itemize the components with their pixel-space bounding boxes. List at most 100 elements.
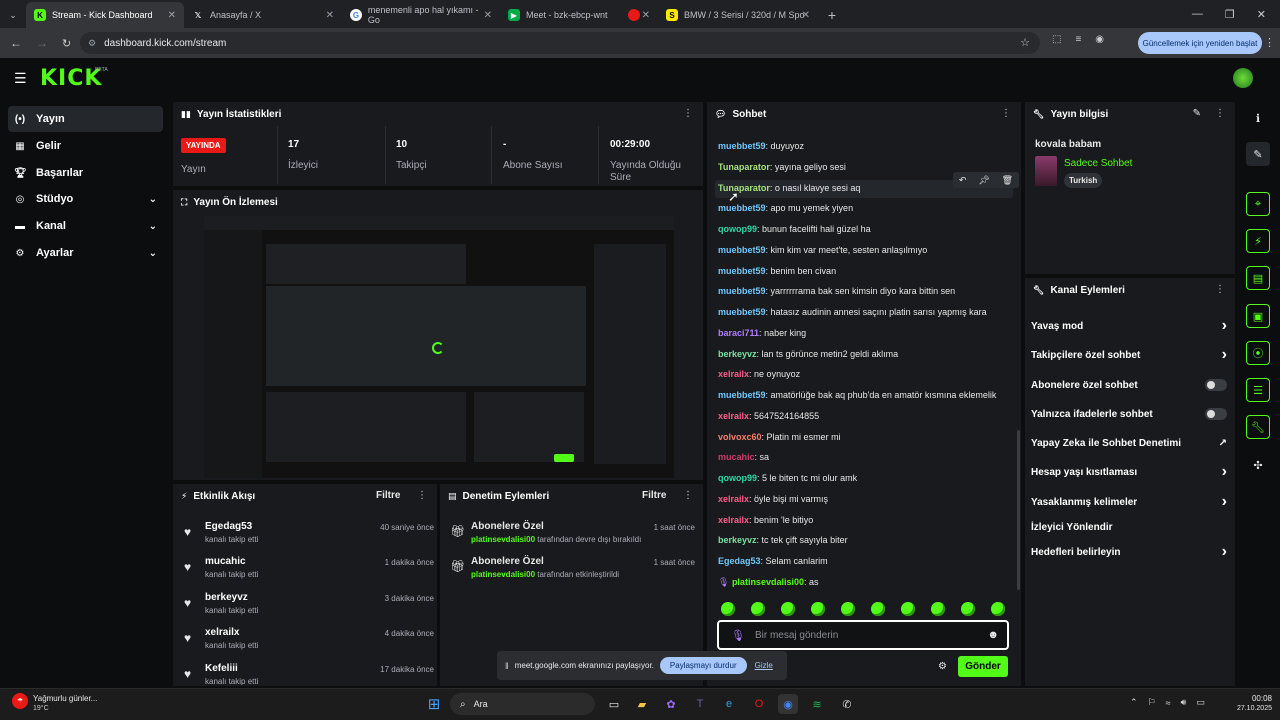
- chat-username[interactable]: Tunaparator: [718, 183, 770, 193]
- chat-username[interactable]: muebbet59: [718, 390, 766, 400]
- chat-username[interactable]: muebbet59: [718, 307, 766, 317]
- tab-google[interactable]: G menemenli apo hal yıkamı - Go ✕: [342, 2, 500, 28]
- tab-x[interactable]: 𝕏 Anasayfa / X ✕: [184, 2, 342, 28]
- emote-icon[interactable]: [931, 602, 945, 616]
- volume-icon[interactable]: 🔊︎: [1181, 697, 1187, 708]
- rail-chat-icon[interactable]: ▣: [1246, 304, 1270, 328]
- windows-start-icon[interactable]: ⊞: [424, 694, 444, 714]
- file-explorer-icon[interactable]: ▰: [632, 694, 652, 714]
- rail-wrench-icon[interactable]: 🔧︎: [1246, 415, 1270, 439]
- emote-icon[interactable]: [781, 602, 795, 616]
- rail-bolt-icon[interactable]: ⚡︎: [1246, 229, 1270, 253]
- chat-username[interactable]: xelrailx: [718, 411, 749, 421]
- sidebar-item-basarilar[interactable]: 🏆︎ Başarılar: [8, 160, 163, 186]
- maximize-icon[interactable]: ❐: [1225, 8, 1235, 21]
- chat-username[interactable]: xelrailx: [718, 494, 749, 504]
- wifi-icon[interactable]: ≈: [1166, 698, 1171, 708]
- pin-icon[interactable]: 📌︎: [978, 175, 989, 186]
- clock-date[interactable]: 27.10.2025: [1222, 705, 1272, 712]
- more-options-icon[interactable]: ⋮: [1215, 108, 1225, 119]
- reload-icon[interactable]: ↻: [62, 37, 71, 50]
- channel-action-item[interactable]: İzleyici Yönlendir: [1031, 519, 1227, 535]
- send-button[interactable]: Gönder: [958, 656, 1008, 677]
- more-options-icon[interactable]: ⋮: [683, 490, 693, 501]
- trash-icon[interactable]: 🗑︎: [1002, 175, 1013, 186]
- stop-sharing-button[interactable]: Paylaşmayı durdur: [659, 657, 747, 674]
- copilot-icon[interactable]: ✿: [661, 694, 681, 714]
- chat-username[interactable]: muebbet59: [718, 286, 766, 296]
- emote-icon[interactable]: [721, 602, 735, 616]
- tab-recording[interactable]: ✕: [620, 2, 658, 28]
- close-icon[interactable]: ✕: [484, 10, 492, 21]
- avatar[interactable]: [1233, 68, 1253, 88]
- clock-time[interactable]: 00:08: [1236, 694, 1272, 703]
- close-window-icon[interactable]: ✕: [1257, 8, 1266, 21]
- channel-action-item[interactable]: Yalnızca ifadelerle sohbet: [1031, 406, 1227, 422]
- sidebar-item-studyo[interactable]: ◎ Stüdyo ⌄: [8, 186, 163, 212]
- stream-preview-video[interactable]: [204, 216, 674, 478]
- emote-icon[interactable]: [871, 602, 885, 616]
- media-icon[interactable]: ≡: [1075, 34, 1081, 45]
- emote-icon[interactable]: [841, 602, 855, 616]
- chat-username[interactable]: platinsevdalisi00: [732, 577, 804, 587]
- browser-menu-icon[interactable]: ⋮: [1264, 36, 1275, 49]
- more-options-icon[interactable]: ⋮: [683, 108, 693, 119]
- tab-meet[interactable]: ▶ Meet - bzk-ebcp-wnt: [500, 2, 620, 28]
- emote-icon[interactable]: [991, 602, 1005, 616]
- rail-camera-icon[interactable]: ⌖: [1246, 192, 1270, 216]
- category-name[interactable]: Sadece Sohbet: [1064, 158, 1132, 169]
- rail-info-icon[interactable]: ℹ: [1246, 106, 1270, 130]
- weather-title[interactable]: Yağmurlu günler...: [33, 694, 97, 703]
- sidebar-item-yayin[interactable]: (•) Yayın: [8, 106, 163, 132]
- app-icon[interactable]: ✆: [837, 694, 857, 714]
- channel-action-item[interactable]: Hedefleri belirleyin ›: [1031, 543, 1227, 560]
- emote-icon[interactable]: [961, 602, 975, 616]
- chat-username[interactable]: muebbet59: [718, 266, 766, 276]
- toggle-switch[interactable]: [1205, 379, 1227, 391]
- chat-username[interactable]: muebbet59: [718, 245, 766, 255]
- bookmark-star-icon[interactable]: ☆: [1020, 36, 1030, 49]
- channel-action-item[interactable]: Yavaş mod ›: [1031, 317, 1227, 334]
- sidebar-item-ayarlar[interactable]: ⚙ Ayarlar ⌄: [8, 240, 163, 266]
- chat-username[interactable]: muebbet59: [718, 203, 766, 213]
- rail-layout-icon[interactable]: ☰: [1246, 378, 1270, 402]
- chat-username[interactable]: Tunaparator: [718, 162, 770, 172]
- chat-username[interactable]: berkeyvz: [718, 535, 757, 545]
- emote-icon[interactable]: [901, 602, 915, 616]
- chat-username[interactable]: Egedag53: [718, 556, 761, 566]
- chat-scrollbar[interactable]: [1017, 430, 1020, 590]
- update-restart-button[interactable]: Güncellemek için yeniden başlat: [1138, 32, 1262, 54]
- chat-username[interactable]: xelrailx: [718, 369, 749, 379]
- profile-icon[interactable]: ◉: [1095, 34, 1104, 45]
- rail-document-icon[interactable]: ▤: [1246, 266, 1270, 290]
- chat-settings-gear-icon[interactable]: ⚙: [938, 661, 947, 672]
- close-icon[interactable]: ✕: [168, 10, 176, 21]
- emote-icon[interactable]: [811, 602, 825, 616]
- channel-action-item[interactable]: Takipçilere özel sohbet ›: [1031, 346, 1227, 363]
- back-icon[interactable]: ←: [10, 36, 22, 50]
- more-options-icon[interactable]: ⋮: [1215, 284, 1225, 295]
- close-icon[interactable]: ✕: [642, 10, 650, 21]
- language-icon[interactable]: ⚐: [1148, 697, 1156, 708]
- close-icon[interactable]: ✕: [802, 10, 810, 21]
- hide-button[interactable]: Gizle: [755, 661, 773, 670]
- category-thumbnail[interactable]: [1035, 156, 1057, 186]
- weather-icon[interactable]: ☂: [12, 693, 28, 709]
- chat-username[interactable]: mucahic: [718, 452, 755, 462]
- edge-icon[interactable]: e: [719, 694, 739, 714]
- channel-action-item[interactable]: Hesap yaşı kısıtlaması ›: [1031, 463, 1227, 480]
- rail-broadcast-icon[interactable]: ⦿: [1246, 341, 1270, 365]
- tab-sahibinden[interactable]: S BMW / 3 Serisi / 320d / M Spo ✕: [658, 2, 818, 28]
- moderation-filter-button[interactable]: Filtre: [642, 490, 666, 501]
- sidebar-item-gelir[interactable]: ▦ Gelir: [8, 133, 163, 159]
- teams-icon[interactable]: T: [690, 694, 710, 714]
- chat-username[interactable]: qowop99: [718, 224, 757, 234]
- chat-username[interactable]: muebbet59: [718, 141, 766, 151]
- channel-action-item[interactable]: Abonelere özel sohbet: [1031, 377, 1227, 393]
- channel-action-item[interactable]: Yapay Zeka ile Sohbet Denetimi ↗: [1031, 435, 1227, 451]
- chat-input[interactable]: 🎙︎ Bir mesaj gönderin ☻: [717, 620, 1009, 650]
- task-view-icon[interactable]: ▭: [604, 694, 624, 714]
- kick-logo[interactable]: KICK: [40, 66, 102, 91]
- extensions-icon[interactable]: ⬚: [1052, 34, 1061, 45]
- battery-icon[interactable]: ▭: [1196, 697, 1205, 708]
